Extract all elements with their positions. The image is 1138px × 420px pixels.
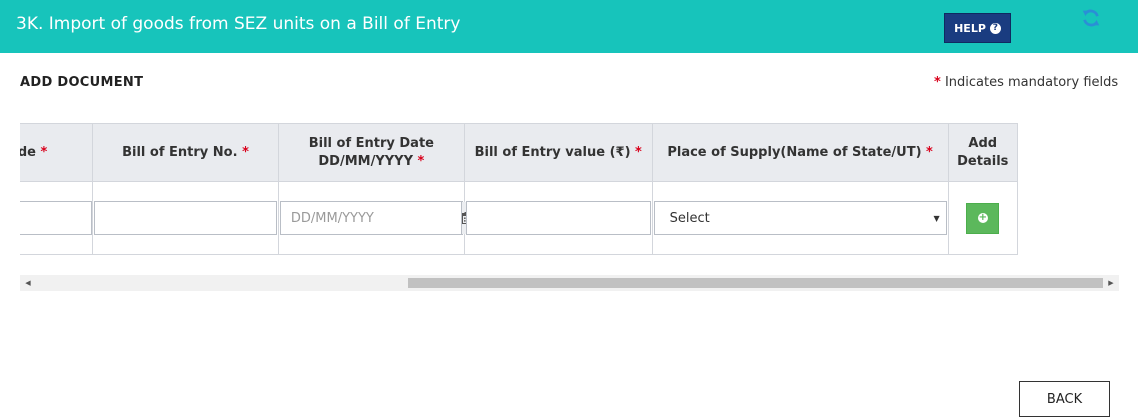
header-boe-date: Bill of Entry Date DD/MM/YYYY * [277,123,465,182]
header-place-of-supply: Place of Supply(Name of State/UT) * [651,123,949,182]
place-of-supply-select[interactable]: Select ▼ [653,201,947,235]
horizontal-scrollbar[interactable]: ◀ ▶ [20,275,1119,291]
document-table-viewport: Port Code * Bill of Entry No. * Bill of … [20,123,1120,255]
refresh-icon[interactable] [1080,7,1102,29]
header-boe-no: Bill of Entry No. * [92,123,279,182]
question-circle-icon: ? [989,22,1001,34]
mandatory-note: * Indicates mandatory fields [934,75,1118,90]
scroll-left-arrow-icon[interactable]: ◀ [20,275,36,291]
port-code-input[interactable] [20,201,92,235]
section-title: ADD DOCUMENT [20,75,144,90]
scrollbar-thumb[interactable] [408,278,1103,288]
cell-boe-no [92,181,279,255]
add-details-button[interactable]: + [966,202,1000,234]
help-button[interactable]: HELP ? [944,13,1011,43]
plus-circle-icon: + [977,212,988,223]
page-title: 3K. Import of goods from SEZ units on a … [16,14,461,34]
cell-add-details: + [947,181,1019,255]
document-table: Port Code * Bill of Entry No. * Bill of … [20,123,1019,255]
cell-boe-date [277,181,474,255]
scroll-right-arrow-icon[interactable]: ▶ [1103,275,1119,291]
cell-place-of-supply: Select ▼ [651,181,949,255]
boe-date-group [279,201,474,235]
boe-value-input[interactable] [465,201,651,235]
required-star: * [934,75,941,90]
place-of-supply-value: Select [669,210,710,226]
chevron-down-icon: ▼ [933,213,940,223]
header-port-code: Port Code * [20,123,94,182]
help-label: HELP [954,21,986,35]
cell-boe-value [463,181,653,255]
header-boe-value: Bill of Entry value (₹) * [463,123,653,182]
table-header-row: Port Code * Bill of Entry No. * Bill of … [20,123,1019,182]
page-header: 3K. Import of goods from SEZ units on a … [0,0,1138,53]
header-add-details: Add Details [947,123,1019,182]
back-button[interactable]: BACK [1019,381,1110,417]
boe-no-input[interactable] [93,201,277,235]
mandatory-note-text: Indicates mandatory fields [944,75,1119,90]
cell-port-code [20,181,94,255]
boe-date-input[interactable] [280,202,461,234]
table-row: Select ▼ + [20,181,1019,255]
